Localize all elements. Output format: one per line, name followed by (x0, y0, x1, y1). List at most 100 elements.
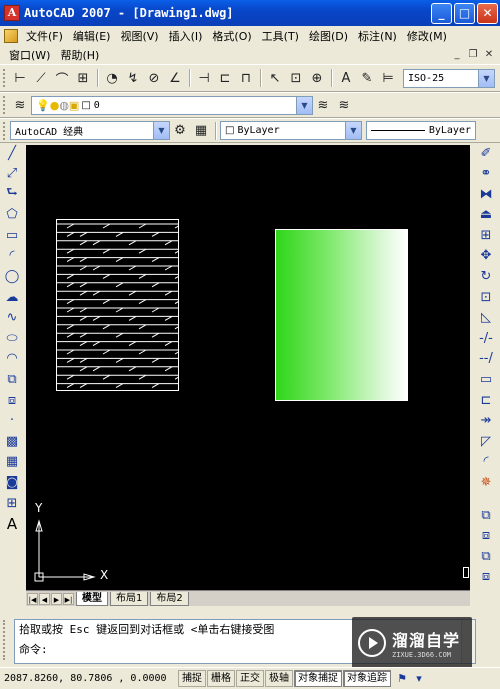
workspace-settings-icon[interactable]: ⚙ (170, 121, 190, 141)
break-icon[interactable]: ⊏ (476, 390, 496, 410)
break-at-point-icon[interactable]: ▭ (476, 370, 496, 390)
status-toggle-4[interactable]: 对象捕捉 (294, 670, 342, 687)
ordinate-dimension-icon[interactable]: ⊞ (73, 68, 93, 88)
quick-dimension-icon[interactable]: ⊣ (194, 68, 214, 88)
table-icon[interactable]: ⊞ (2, 493, 22, 513)
bring-forward-icon[interactable]: ⧈ (476, 526, 496, 546)
toolbar-grip[interactable] (3, 69, 7, 87)
tab-layout1[interactable]: 布局1 (110, 591, 149, 606)
workspace-select[interactable]: AutoCAD 经典 ▼ (10, 121, 170, 140)
menu-item-4[interactable]: 格式(O) (207, 28, 256, 44)
rotate-icon[interactable]: ↻ (476, 267, 496, 287)
diameter-dimension-icon[interactable]: ⊘ (144, 68, 164, 88)
explode-icon[interactable]: ✵ (476, 473, 496, 493)
linetype-select[interactable]: ByLayer (366, 121, 476, 140)
multiline-text-icon[interactable]: A (2, 514, 22, 534)
stretch-icon[interactable]: ◺ (476, 308, 496, 328)
jogged-dimension-icon[interactable]: ↯ (123, 68, 143, 88)
chevron-down-icon[interactable]: ▼ (153, 122, 169, 139)
status-toggle-1[interactable]: 栅格 (207, 670, 235, 687)
first-tab-button[interactable]: |◀ (27, 592, 38, 605)
chevron-down-icon[interactable]: ▼ (296, 96, 312, 114)
menu-item-2[interactable]: 视图(V) (115, 28, 163, 44)
baseline-dimension-icon[interactable]: ⊏ (215, 68, 235, 88)
menu-item-6[interactable]: 绘图(D) (304, 28, 353, 44)
maximize-button[interactable]: □ (454, 2, 475, 24)
layer-previous-icon[interactable]: ≋ (334, 95, 354, 115)
autocad-app-icon[interactable]: A (4, 5, 20, 21)
scale-icon[interactable]: ⊡ (476, 287, 496, 307)
circle-icon[interactable]: ◯ (2, 267, 22, 287)
tab-model[interactable]: 模型 (76, 591, 108, 606)
menu-item-3[interactable]: 插入(I) (164, 28, 208, 44)
status-toggle-5[interactable]: 对象追踪 (343, 670, 391, 687)
chevron-down-icon[interactable]: ▼ (345, 122, 361, 139)
menu-item-8[interactable]: 修改(M) (402, 28, 452, 44)
lock-toolbars-icon[interactable]: ▾ (412, 672, 426, 686)
region-icon[interactable]: ◙ (2, 473, 22, 493)
ellipse-icon[interactable]: ⬭ (2, 328, 22, 348)
tolerance-icon[interactable]: ⊡ (286, 68, 306, 88)
customize-icon[interactable]: ▦ (191, 121, 211, 141)
menu-item-row2-1[interactable]: 帮助(H) (55, 47, 104, 63)
communication-center-icon[interactable]: ⚑ (395, 672, 409, 686)
arc-icon[interactable]: ◜ (2, 246, 22, 266)
gradient-icon[interactable]: ▦ (2, 452, 22, 472)
status-toggle-0[interactable]: 捕捉 (178, 670, 206, 687)
point-icon[interactable]: · (2, 411, 22, 431)
status-toggle-2[interactable]: 正交 (236, 670, 264, 687)
hatch-icon[interactable]: ▩ (2, 431, 22, 451)
continue-dimension-icon[interactable]: ⊓ (236, 68, 256, 88)
insert-block-icon[interactable]: ⧉ (2, 370, 22, 390)
arc-length-icon[interactable]: ⌒ (52, 68, 72, 88)
menu-item-0[interactable]: 文件(F) (21, 28, 68, 44)
aligned-dimension-icon[interactable]: ⟋ (31, 68, 51, 88)
center-mark-icon[interactable]: ⊕ (307, 68, 327, 88)
offset-icon[interactable]: ⏏ (476, 205, 496, 225)
menu-item-row2-0[interactable]: 窗口(W) (4, 47, 55, 63)
make-layer-current-icon[interactable]: ≋ (313, 95, 333, 115)
doc-restore-button[interactable]: ❐ (466, 48, 480, 62)
document-icon[interactable] (4, 28, 18, 43)
join-icon[interactable]: ↠ (476, 411, 496, 431)
radius-dimension-icon[interactable]: ◔ (102, 68, 122, 88)
array-icon[interactable]: ⊞ (476, 225, 496, 245)
close-button[interactable]: ✕ (477, 2, 498, 24)
line-icon[interactable]: ╱ (2, 143, 22, 163)
dimension-edit-icon[interactable]: A (336, 68, 356, 88)
linear-dimension-icon[interactable]: ⊢ (10, 68, 30, 88)
toolbar-grip[interactable] (3, 121, 7, 140)
toolbar-grip[interactable] (3, 96, 7, 114)
ellipse-arc-icon[interactable]: ◠ (2, 349, 22, 369)
extend-icon[interactable]: --/ (476, 349, 496, 369)
revision-cloud-icon[interactable]: ☁ (2, 287, 22, 307)
layer-select[interactable]: 💡 ● ◍ ▣ □ 0 ▼ (31, 95, 313, 115)
drawing-canvas[interactable]: Y X (26, 145, 470, 590)
layer-manager-icon[interactable]: ≋ (10, 95, 30, 115)
chamfer-icon[interactable]: ◸ (476, 431, 496, 451)
send-back-icon[interactable]: ⧉ (476, 546, 496, 566)
copy-icon[interactable]: ⚭ (476, 164, 496, 184)
polyline-icon[interactable]: ⮑ (2, 184, 22, 204)
leader-icon[interactable]: ↖ (265, 68, 285, 88)
spline-icon[interactable]: ∿ (2, 308, 22, 328)
coordinate-readout[interactable]: 2087.8260, 80.7806 , 0.0000 (0, 673, 178, 684)
bring-above-icon[interactable]: ⧈ (476, 567, 496, 587)
minimize-button[interactable]: _ (431, 2, 452, 24)
dimension-update-icon[interactable]: ⊨ (378, 68, 398, 88)
erase-icon[interactable]: ✐ (476, 143, 496, 163)
doc-close-button[interactable]: ✕ (482, 48, 496, 62)
tab-layout2[interactable]: 布局2 (150, 591, 189, 606)
dimension-style-select[interactable]: ISO-25 ▼ (403, 68, 495, 88)
menu-item-1[interactable]: 编辑(E) (68, 28, 116, 44)
command-window-grip[interactable] (3, 620, 7, 660)
move-icon[interactable]: ✥ (476, 246, 496, 266)
construction-line-icon[interactable]: ⤢ (2, 164, 22, 184)
fillet-icon[interactable]: ◜ (476, 452, 496, 472)
dimension-text-edit-icon[interactable]: ✎ (357, 68, 377, 88)
mirror-icon[interactable]: ⧓ (476, 184, 496, 204)
next-tab-button[interactable]: ▶ (51, 592, 62, 605)
angular-dimension-icon[interactable]: ∠ (165, 68, 185, 88)
prev-tab-button[interactable]: ◀ (39, 592, 50, 605)
rectangle-icon[interactable]: ▭ (2, 225, 22, 245)
